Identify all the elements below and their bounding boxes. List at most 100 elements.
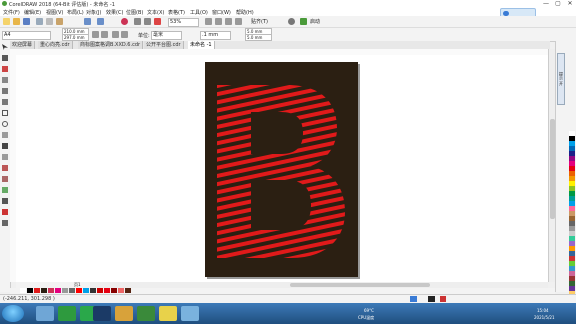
menu-help[interactable]: 帮助(H) (236, 9, 254, 16)
document-palette-swatch[interactable] (125, 288, 131, 293)
freehand-tool-icon[interactable] (2, 88, 8, 94)
menu-tools[interactable]: 工具(O) (190, 9, 208, 16)
paste-icon[interactable] (56, 18, 63, 25)
document-palette-swatch[interactable] (97, 288, 103, 293)
guidelines-icon[interactable] (235, 18, 242, 25)
taskbar-explorer-icon[interactable] (36, 306, 54, 321)
tab-welcome-screen[interactable]: 欢迎屏幕 (10, 41, 36, 49)
snap-to-menu[interactable]: 贴齐(T) (251, 18, 268, 25)
units-select[interactable]: 毫米 (151, 31, 182, 40)
tab-document-2[interactable]: 商标图案格调B.XXD.6.cdr (78, 41, 144, 49)
polygon-tool-icon[interactable] (2, 132, 8, 138)
portrait-icon[interactable] (92, 31, 99, 38)
document-palette-swatch[interactable] (48, 288, 54, 293)
menu-view[interactable]: 视图(V) (46, 9, 63, 16)
clock-time[interactable]: 15:04 (537, 308, 549, 313)
crop-tool-icon[interactable] (2, 66, 8, 72)
corel-connect-icon[interactable] (121, 18, 128, 25)
text-tool-icon[interactable] (2, 143, 8, 149)
zoom-tool-icon[interactable] (2, 77, 8, 83)
horizontal-scroll-thumb[interactable] (290, 283, 430, 287)
document-palette-swatch[interactable] (90, 288, 96, 293)
document-palette-swatch[interactable] (20, 288, 26, 293)
transparency-tool-icon[interactable] (2, 187, 8, 193)
parallel-dimension-tool-icon[interactable] (2, 154, 8, 160)
document-palette-swatch[interactable] (55, 288, 61, 293)
close-button[interactable]: ✕ (565, 0, 575, 7)
document-palette-swatch[interactable] (62, 288, 68, 293)
shape-tool-icon[interactable] (2, 55, 8, 61)
menu-file[interactable]: 文件(F) (3, 9, 20, 16)
nudge-distance-input[interactable]: .1 mm (200, 31, 231, 40)
document-palette-swatch[interactable] (118, 288, 124, 293)
document-palette-swatch[interactable] (104, 288, 110, 293)
document-palette-swatch[interactable] (76, 288, 82, 293)
page-height-input[interactable]: 297.0 mm (62, 34, 89, 41)
ellipse-tool-icon[interactable] (2, 121, 8, 127)
connector-tool-icon[interactable] (2, 165, 8, 171)
taskbar-photoshop-icon[interactable] (93, 306, 111, 321)
fill-indicator-icon[interactable] (410, 296, 417, 302)
eyedropper-tool-icon[interactable] (2, 198, 8, 204)
open-folder-icon[interactable] (13, 18, 20, 25)
rectangle-tool-icon[interactable] (2, 110, 8, 116)
grid-icon[interactable] (225, 18, 232, 25)
striped-letter-b-artwork[interactable] (205, 62, 358, 277)
outline-pen-tool-icon[interactable] (2, 220, 8, 226)
launch-menu[interactable]: 启动 (310, 18, 320, 25)
export-icon[interactable] (144, 18, 151, 25)
current-page-icon[interactable] (121, 31, 128, 38)
menu-edit[interactable]: 编辑(E) (24, 9, 41, 16)
cut-icon[interactable] (36, 18, 43, 25)
application-launcher-icon[interactable] (300, 18, 307, 25)
import-icon[interactable] (134, 18, 141, 25)
document-page[interactable] (205, 62, 358, 277)
document-palette-swatch[interactable] (111, 288, 117, 293)
document-palette-swatch[interactable] (34, 288, 40, 293)
taskbar-coreldraw-icon[interactable] (137, 306, 155, 321)
publish-pdf-icon[interactable] (154, 18, 161, 25)
all-pages-icon[interactable] (112, 31, 119, 38)
tab-document-1[interactable]: 重心向亮.cdr (38, 41, 73, 49)
document-palette-swatch[interactable] (69, 288, 75, 293)
start-button[interactable] (2, 305, 24, 322)
menu-bitmaps[interactable]: 位图(B) (126, 9, 143, 16)
copy-icon[interactable] (46, 18, 53, 25)
clock-date[interactable]: 2021/5/21 (534, 315, 555, 320)
taskbar-files-icon[interactable] (159, 306, 177, 321)
outline-indicator-icon[interactable] (428, 296, 435, 302)
interactive-fill-tool-icon[interactable] (2, 176, 8, 182)
duplicate-y-input[interactable]: 5.0 mm (245, 34, 272, 41)
taskbar-app2-icon[interactable] (181, 306, 199, 321)
tab-document-3[interactable]: 公开平台图.cdr (144, 41, 184, 49)
artistic-media-tool-icon[interactable] (2, 99, 8, 105)
landscape-icon[interactable] (101, 31, 108, 38)
smart-fill-tool-icon[interactable] (2, 209, 8, 215)
zoom-level-select[interactable]: 53% (168, 18, 199, 27)
document-palette-swatch[interactable] (41, 288, 47, 293)
full-screen-icon[interactable] (205, 18, 212, 25)
rulers-icon[interactable] (215, 18, 222, 25)
redo-icon[interactable] (97, 18, 104, 25)
document-palette-swatch[interactable] (83, 288, 89, 293)
hints-docker-tab[interactable]: 提示 开 (557, 53, 565, 105)
undo-icon[interactable] (84, 18, 91, 25)
menu-effects[interactable]: 效果(C) (106, 9, 123, 16)
save-icon[interactable] (23, 18, 30, 25)
minimize-button[interactable]: — (541, 0, 551, 7)
document-palette-swatch[interactable] (27, 288, 33, 293)
options-gear-icon[interactable] (288, 18, 295, 25)
pick-tool-icon[interactable] (2, 44, 8, 50)
page-size-select[interactable]: A4 (2, 31, 51, 40)
menu-layout[interactable]: 布局(L) (67, 9, 84, 16)
new-document-icon[interactable] (3, 18, 10, 25)
taskbar-app-icon[interactable] (115, 306, 133, 321)
menu-window[interactable]: 窗口(W) (212, 9, 231, 16)
outline-color-icon[interactable] (440, 296, 446, 302)
maximize-button[interactable]: ▢ (553, 0, 563, 7)
menu-object[interactable]: 对象(J) (86, 9, 101, 16)
taskbar-browser-icon[interactable] (58, 306, 76, 321)
menu-text[interactable]: 文本(X) (147, 9, 164, 16)
tab-untitled-1[interactable]: 未命名 -1 (188, 41, 215, 49)
menu-table[interactable]: 表格(T) (168, 9, 185, 16)
